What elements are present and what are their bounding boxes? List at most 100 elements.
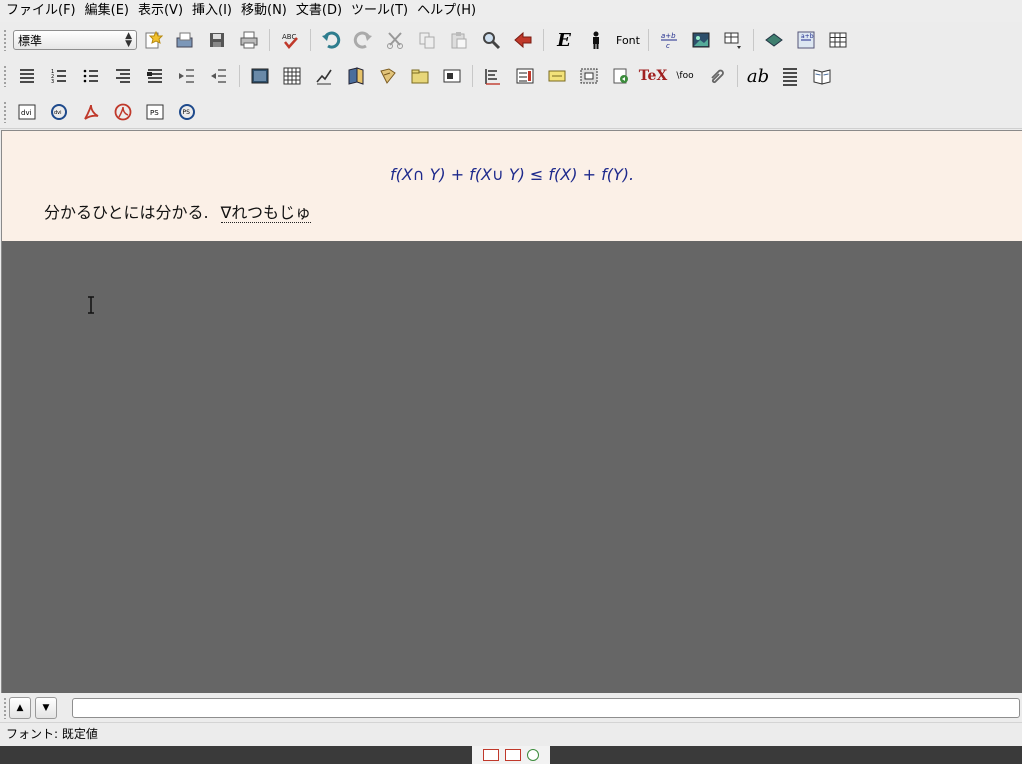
- view-dvi-button[interactable]: dvi: [13, 98, 41, 126]
- table-icon: [283, 67, 301, 85]
- command-input[interactable]: [72, 698, 1020, 718]
- menu-navigate[interactable]: 移動(N): [235, 0, 290, 22]
- layout-select-value: 標準: [18, 33, 43, 48]
- itemize-button[interactable]: [77, 62, 105, 90]
- new-document-button[interactable]: [139, 26, 167, 54]
- redo-button[interactable]: [349, 26, 377, 54]
- copy-icon: [419, 32, 435, 49]
- back-arrow-icon: [514, 31, 532, 49]
- open-document-button[interactable]: [171, 26, 199, 54]
- math-formula[interactable]: f(X∩ Y) + f(X∪ Y) ≤ f(X) + f(Y).: [2, 165, 1022, 184]
- list-button[interactable]: [141, 62, 169, 90]
- view-button[interactable]: [760, 26, 788, 54]
- insert-box-button[interactable]: [575, 62, 603, 90]
- description-list-icon: [116, 69, 130, 83]
- table-panel-button[interactable]: [824, 26, 852, 54]
- decrease-depth-button[interactable]: [205, 62, 233, 90]
- document-page[interactable]: f(X∩ Y) + f(X∪ Y) ≤ f(X) + f(Y). 分かるひとには…: [2, 131, 1022, 241]
- toolbar-grip[interactable]: [3, 697, 7, 719]
- menu-insert[interactable]: 挿入(I): [186, 0, 235, 22]
- text-style-button[interactable]: ab: [744, 62, 772, 90]
- mail-icon[interactable]: [483, 749, 499, 761]
- undo-icon: [322, 31, 341, 49]
- view-pdf-button[interactable]: [77, 98, 105, 126]
- update-dvi-button[interactable]: dvi: [45, 98, 73, 126]
- menu-tools[interactable]: ツール(T): [345, 0, 411, 22]
- insert-label-button[interactable]: [543, 62, 571, 90]
- paste-button[interactable]: [445, 26, 473, 54]
- paragraph-text[interactable]: 分かるひとには分かる. ∇れつもじゅ: [44, 199, 311, 223]
- svg-text:PS: PS: [183, 109, 191, 116]
- paperclip-icon: [711, 69, 724, 84]
- select-arrows-icon: ▲ ▼: [125, 31, 132, 49]
- insert-note-button[interactable]: [374, 62, 402, 90]
- svg-text:a+b: a+b: [801, 33, 814, 40]
- document-workarea[interactable]: f(X∩ Y) + f(X∪ Y) ≤ f(X) + f(Y). 分かるひとには…: [1, 130, 1022, 693]
- back-button[interactable]: [509, 26, 537, 54]
- insert-include-button[interactable]: [607, 62, 635, 90]
- standard-paragraph-button[interactable]: [13, 62, 41, 90]
- emphasis-button[interactable]: E: [550, 26, 578, 54]
- view-ps-button[interactable]: PS: [141, 98, 169, 126]
- pdf-icon: [84, 104, 99, 120]
- insert-tex-button[interactable]: TeX: [639, 62, 668, 90]
- toolbar-grip[interactable]: [3, 101, 7, 123]
- update-ps-button[interactable]: PS: [173, 98, 201, 126]
- mail-icon[interactable]: [505, 749, 521, 761]
- font-button[interactable]: Font: [614, 26, 642, 54]
- footnote-icon: [316, 69, 332, 85]
- find-replace-icon: [483, 32, 501, 50]
- menu-document[interactable]: 文書(D): [290, 0, 345, 22]
- insert-index-button[interactable]: [511, 62, 539, 90]
- toolbar-separator: [269, 29, 270, 51]
- insert-toc-button[interactable]: [479, 62, 507, 90]
- insert-branch-button[interactable]: [406, 62, 434, 90]
- enumerate-button[interactable]: 123: [45, 62, 73, 90]
- insert-footnote-button[interactable]: [310, 62, 338, 90]
- indent-icon: [179, 69, 194, 83]
- insert-ert-button[interactable]: [438, 62, 466, 90]
- menu-edit[interactable]: 編集(E): [79, 0, 132, 22]
- insert-graphics-button[interactable]: [687, 26, 715, 54]
- insert-table-button[interactable]: [719, 26, 747, 54]
- menu-view[interactable]: 表示(V): [132, 0, 186, 22]
- extra-toolbar: 123 TeX \foo ab: [0, 60, 1022, 92]
- cut-button[interactable]: [381, 26, 409, 54]
- spellcheck-button[interactable]: ABC: [276, 26, 304, 54]
- layout-select[interactable]: 標準 ▲ ▼: [13, 30, 137, 50]
- print-button[interactable]: [235, 26, 263, 54]
- noun-button[interactable]: [582, 26, 610, 54]
- toolbar-grip[interactable]: [3, 65, 7, 87]
- math-panel-icon: a+b: [797, 31, 815, 49]
- history-down-button[interactable]: ▼: [35, 697, 57, 719]
- toolbar-grip[interactable]: [3, 29, 7, 51]
- menu-help[interactable]: ヘルプ(H): [411, 0, 479, 22]
- paragraph-settings-button[interactable]: [776, 62, 804, 90]
- copy-button[interactable]: [413, 26, 441, 54]
- toolbar-separator: [239, 65, 240, 87]
- menu-file[interactable]: ファイル(F): [0, 0, 79, 22]
- new-document-icon: [145, 30, 163, 49]
- math-panel-button[interactable]: a+b: [792, 26, 820, 54]
- toc-icon: [485, 69, 500, 85]
- increase-depth-button[interactable]: [173, 62, 201, 90]
- toolbar-separator: [648, 29, 649, 51]
- undo-button[interactable]: [317, 26, 345, 54]
- marginal-note-icon: [348, 67, 364, 85]
- description-button[interactable]: [109, 62, 137, 90]
- box-icon: [443, 69, 461, 83]
- insert-marginal-note-button[interactable]: [342, 62, 370, 90]
- history-up-button[interactable]: ▲: [9, 697, 31, 719]
- update-pdf-button[interactable]: [109, 98, 137, 126]
- paragraph-body: 分かるひとには分かる.: [44, 203, 209, 222]
- insert-table-float-button[interactable]: [278, 62, 306, 90]
- insert-command-button[interactable]: \foo: [671, 62, 699, 90]
- network-icon[interactable]: [527, 749, 539, 761]
- toggle-outline-button[interactable]: [808, 62, 836, 90]
- find-replace-button[interactable]: [477, 26, 505, 54]
- svg-text:c: c: [666, 42, 670, 50]
- math-button[interactable]: a+b c: [655, 26, 683, 54]
- insert-figure-button[interactable]: [246, 62, 274, 90]
- save-button[interactable]: [203, 26, 231, 54]
- insert-citation-button[interactable]: [703, 62, 731, 90]
